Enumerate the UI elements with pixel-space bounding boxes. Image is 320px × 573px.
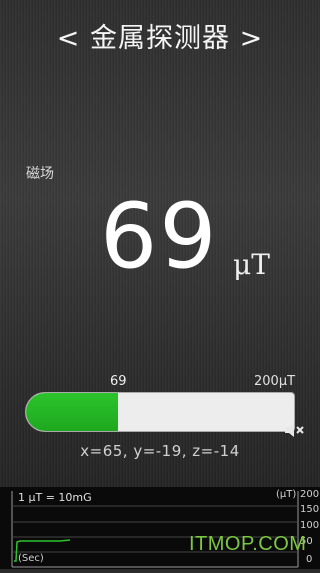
field-label: 磁场 <box>26 166 54 182</box>
graph-unit-label: (μT) <box>276 489 297 500</box>
field-reading-value: 69 <box>100 184 219 289</box>
bar-max-label: 200μT <box>254 374 296 389</box>
graph-tick: 150 <box>300 504 320 515</box>
mute-icon[interactable] <box>283 420 307 440</box>
field-strength-bar-fill <box>26 393 119 431</box>
bar-current-label: 69 <box>110 374 127 389</box>
field-strength-bar <box>25 392 295 432</box>
graph-tick: 100 <box>300 520 320 531</box>
graph-scale-label: 1 μT = 10mG <box>18 491 92 504</box>
graph-tick: 200 <box>300 489 320 500</box>
page-title[interactable]: < 金属探测器 > <box>0 16 320 55</box>
axes-readout: x=65, y=-19, z=-14 <box>80 442 240 460</box>
graph-tick: 0 <box>306 554 313 565</box>
watermark: ITMOP.COM <box>189 533 307 555</box>
field-reading-unit: μT <box>233 248 270 281</box>
graph-time-label: (Sec) <box>18 553 44 564</box>
